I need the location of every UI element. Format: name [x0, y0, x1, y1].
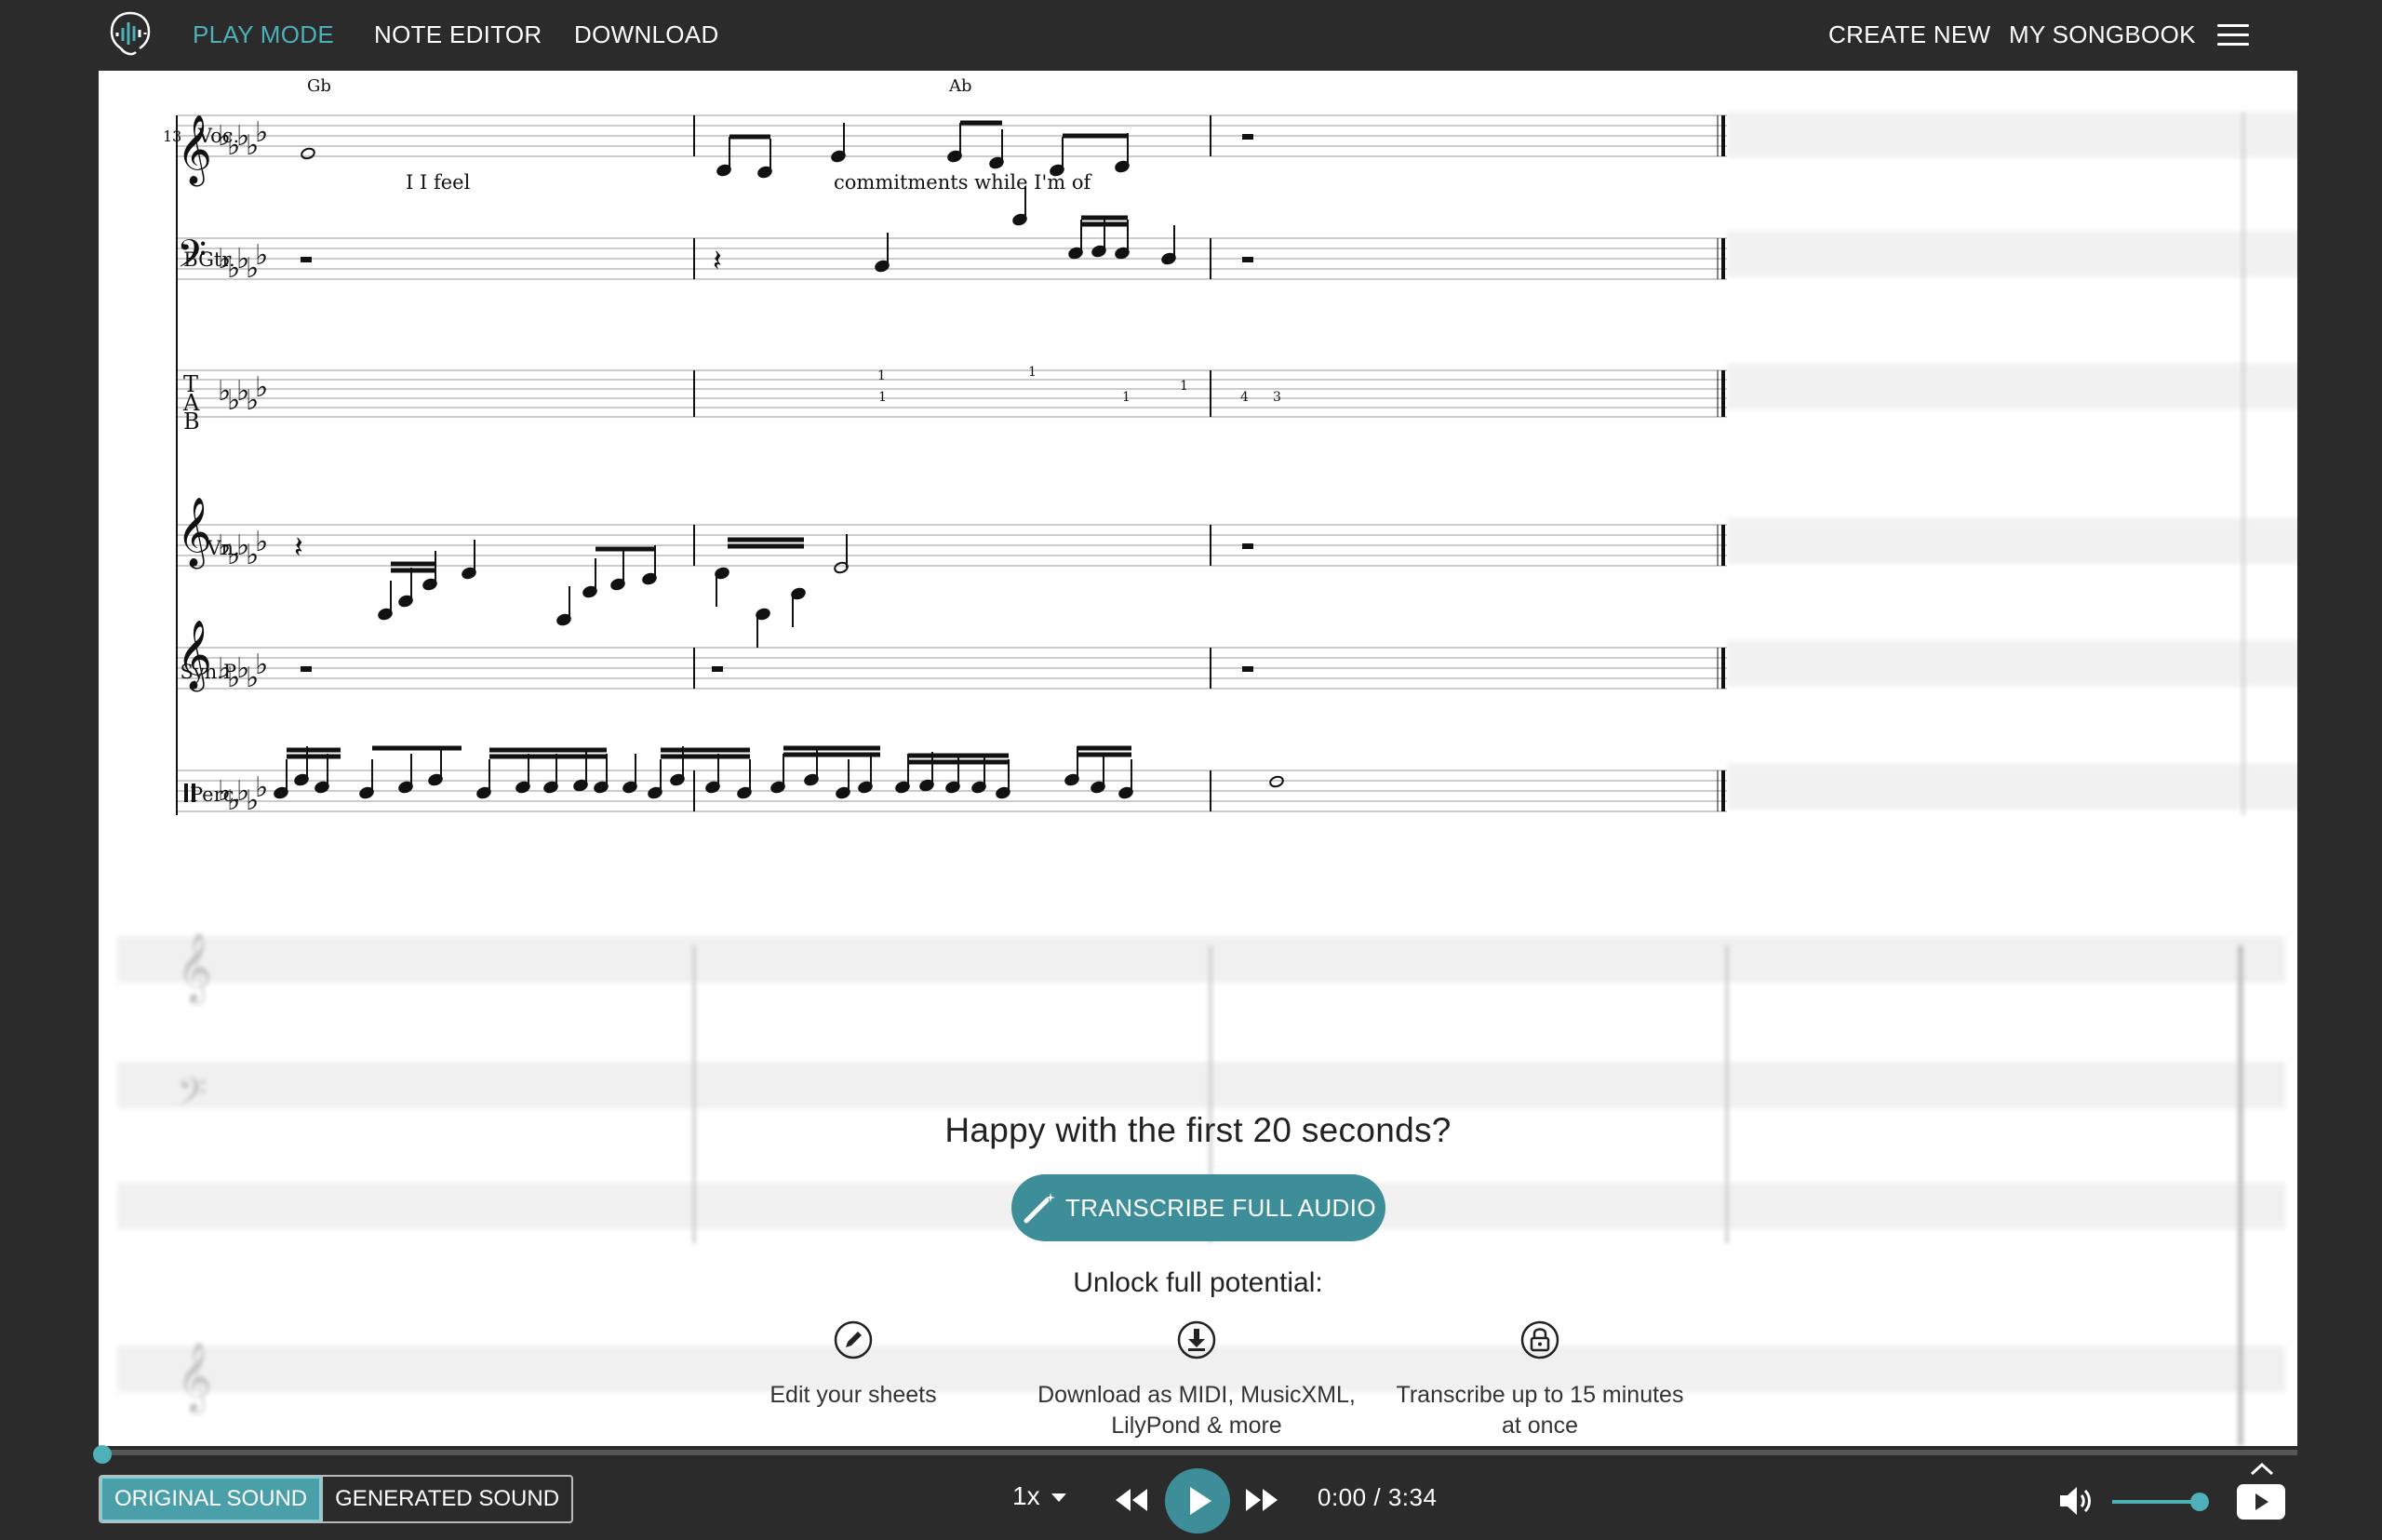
- playback-time: 0:00 / 3:34: [1318, 1483, 1437, 1512]
- speed-value: 1x: [1012, 1481, 1040, 1510]
- generated-sound-button[interactable]: GENERATED SOUND: [321, 1477, 571, 1521]
- rewind-icon[interactable]: [1115, 1487, 1148, 1513]
- rests: 𝄽 𝄽: [294, 134, 1253, 672]
- lyric: I I feel: [406, 171, 471, 194]
- cta-label: TRANSCRIBE FULL AUDIO: [1065, 1193, 1376, 1222]
- lock-icon: [1520, 1320, 1559, 1359]
- player-controls: ORIGINAL SOUND GENERATED SOUND 1x 0:00 /…: [0, 1461, 2382, 1540]
- svg-text:𝄞: 𝄞: [177, 621, 212, 692]
- chevron-down-icon: [1050, 1493, 1066, 1503]
- svg-text:𝄢: 𝄢: [177, 232, 207, 286]
- chord-symbol: Ab: [948, 76, 972, 96]
- hamburger-menu-icon[interactable]: [2217, 24, 2249, 48]
- playback-speed-dropdown[interactable]: 1x: [1012, 1481, 1066, 1511]
- transcribe-full-audio-button[interactable]: TRANSCRIBE FULL AUDIO: [1011, 1174, 1385, 1241]
- promo-title: Happy with the first 20 seconds?: [944, 1111, 1452, 1149]
- magic-wand-icon: [1024, 1193, 1056, 1224]
- svg-text:𝄽: 𝄽: [294, 529, 303, 565]
- video-view-icon[interactable]: [2236, 1483, 2286, 1520]
- flat-sign: ♭: [255, 649, 268, 681]
- nav-play-mode[interactable]: PLAY MODE: [193, 20, 334, 49]
- current-time: 0:00: [1318, 1483, 1367, 1511]
- time-separator: /: [1373, 1483, 1382, 1511]
- chord-symbol: Gb: [307, 76, 331, 96]
- feature-text: LilyPond & more: [1111, 1413, 1282, 1439]
- flat-sign: ♭: [255, 371, 268, 404]
- svg-text:𝄽: 𝄽: [713, 243, 722, 278]
- feature-lock: Transcribe up to 15 minutes at once: [1372, 1319, 1707, 1441]
- feature-download: Download as MIDI, MusicXML, LilyPond & m…: [1029, 1319, 1364, 1441]
- svg-text:𝄞: 𝄞: [177, 115, 212, 187]
- blurred-preview-right: [1727, 112, 2297, 815]
- note-head: [1269, 775, 1284, 788]
- sound-source-toggle: ORIGINAL SOUND GENERATED SOUND: [99, 1475, 574, 1523]
- download-icon: [1177, 1320, 1216, 1359]
- feature-text: Transcribe up to 15 minutes: [1396, 1382, 1684, 1408]
- play-button[interactable]: [1165, 1468, 1230, 1533]
- play-icon: [1190, 1487, 1211, 1515]
- tab-number: 1: [1180, 379, 1188, 394]
- fast-forward-icon[interactable]: [1245, 1487, 1278, 1513]
- unlock-label: Unlock full potential:: [1073, 1267, 1323, 1298]
- flat-sign: ♭: [255, 116, 268, 149]
- flat-sign: ♭: [255, 771, 268, 804]
- feature-edit: Edit your sheets: [686, 1319, 1021, 1411]
- tab-letter: B: [183, 408, 200, 435]
- upgrade-promo: Happy with the first 20 seconds? TRANSCR…: [99, 1029, 2297, 1446]
- top-navigation-bar: PLAY MODE NOTE EDITOR DOWNLOAD CREATE NE…: [0, 0, 2382, 71]
- tab-number: 1: [1122, 390, 1131, 405]
- tab-number: 1: [1028, 365, 1037, 380]
- svg-text:𝄞: 𝄞: [177, 498, 212, 569]
- tab-number: 1: [877, 368, 886, 383]
- tab-number: 1: [878, 390, 887, 405]
- playback-progress-bar[interactable]: [99, 1450, 2297, 1455]
- note-head: [301, 147, 315, 160]
- feature-text: at once: [1501, 1413, 1578, 1439]
- nav-download[interactable]: DOWNLOAD: [574, 20, 719, 49]
- staff-labels: 13 Voc. BGtr. Vn. Syn.P. Perc.: [163, 125, 240, 806]
- tab-number: 3: [1273, 390, 1281, 405]
- tab-number: 4: [1240, 390, 1249, 405]
- chevron-up-icon[interactable]: [2246, 1461, 2278, 1480]
- nav-create-new[interactable]: CREATE NEW: [1828, 20, 1990, 49]
- feature-text: Edit your sheets: [769, 1382, 937, 1408]
- volume-icon[interactable]: [2058, 1485, 2094, 1517]
- sheet-music-area: 13 Voc. BGtr. Vn. Syn.P. Perc. Gb Ab I I…: [99, 71, 2297, 1446]
- nav-my-songbook[interactable]: MY SONGBOOK: [2009, 20, 2196, 49]
- original-sound-button[interactable]: ORIGINAL SOUND: [100, 1477, 322, 1521]
- total-time: 3:34: [1387, 1483, 1438, 1511]
- svg-text:𝄞: 𝄞: [177, 933, 212, 1005]
- volume-slider-handle[interactable]: [2190, 1493, 2209, 1511]
- flat-sign: ♭: [255, 239, 268, 272]
- flat-sign: ♭: [255, 526, 268, 558]
- volume-slider[interactable]: [2112, 1500, 2201, 1504]
- clefs: 𝄞 𝄢 𝄞 𝄞 T A B: [177, 115, 212, 802]
- pencil-icon: [834, 1320, 873, 1359]
- nav-note-editor[interactable]: NOTE EDITOR: [374, 20, 542, 49]
- app-logo-icon[interactable]: [104, 7, 156, 60]
- feature-text: Download as MIDI, MusicXML,: [1037, 1382, 1356, 1408]
